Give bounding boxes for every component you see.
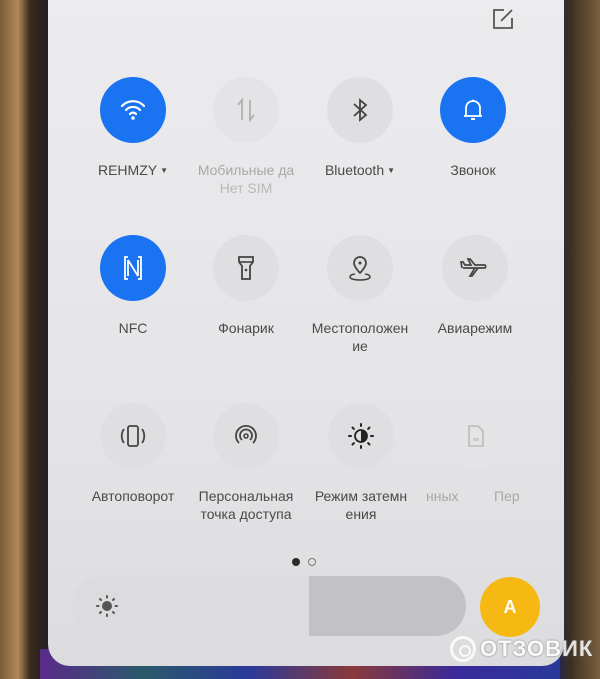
brightness-icon [96, 595, 118, 617]
page-dot[interactable] [308, 558, 316, 566]
page-indicator [292, 558, 316, 566]
tile-label: NFC [118, 320, 148, 336]
tile-hotspot[interactable]: Персональная точка доступа [186, 403, 306, 523]
tile-label: Фонарик [218, 320, 274, 336]
tile-wifi[interactable]: REHMZY ▼ [73, 77, 193, 180]
tile-label-line2: точка доступа [200, 506, 292, 522]
tile-ringer[interactable]: Звонок [413, 77, 533, 179]
page-dot-active[interactable] [292, 558, 300, 566]
mobile-data-toggle[interactable] [213, 77, 279, 143]
airplane-toggle[interactable] [442, 235, 508, 301]
tile-label: Пер [494, 488, 520, 504]
brightness-slider[interactable] [73, 576, 466, 636]
tile-label: Мобильные да [197, 162, 295, 178]
dark-mode-icon [348, 423, 374, 449]
ringer-toggle[interactable] [440, 77, 506, 143]
dark-mode-toggle[interactable] [328, 403, 394, 469]
auto-rotate-toggle[interactable] [100, 403, 166, 469]
bell-icon [464, 99, 482, 120]
tile-label: Местоположен [311, 320, 409, 336]
tile-label: Автоповорот [91, 488, 175, 504]
tile-mobile-data[interactable]: Мобильные да Нет SIM [186, 77, 306, 197]
tile-flashlight[interactable]: Фонарик [186, 235, 306, 337]
tile-label-line2: ения [345, 506, 377, 522]
tile-label: Авиарежим [437, 320, 513, 336]
tile-label[interactable]: REHMZY ▼ [73, 161, 193, 180]
wifi-toggle[interactable] [100, 77, 166, 143]
tile-bluetooth[interactable]: Bluetooth ▼ [300, 77, 420, 180]
tile-dark-mode[interactable]: Режим затемн ения [301, 403, 421, 523]
tile-location[interactable]: Местоположен ие [300, 235, 420, 355]
tile-label: Звонок [450, 162, 496, 178]
auto-rotate-icon [120, 425, 146, 447]
tile-label: Режим затемн [314, 488, 408, 504]
tile-nfc[interactable]: NFC [73, 235, 193, 337]
tile-partial[interactable]: Пер [482, 403, 532, 505]
tile-label-line2: ие [352, 338, 368, 354]
mobile-data-icon [237, 97, 255, 123]
wifi-icon [120, 100, 146, 120]
tile-airplane[interactable]: Авиарежим [415, 235, 535, 337]
nfc-icon [124, 256, 142, 280]
location-toggle[interactable] [327, 235, 393, 301]
dropdown-caret-icon[interactable]: ▼ [160, 166, 168, 175]
dropdown-caret-icon[interactable]: ▼ [387, 166, 395, 175]
nfc-toggle[interactable] [100, 235, 166, 301]
airplane-icon [460, 258, 487, 277]
tile-label[interactable]: Bluetooth ▼ [300, 161, 420, 180]
bluetooth-toggle[interactable] [327, 77, 393, 143]
otzovik-logo-icon [450, 636, 476, 662]
watermark-text: ОТЗОВИК [480, 636, 594, 661]
tile-label: Персональная [198, 488, 294, 504]
tile-auto-rotate[interactable]: Автоповорот [73, 403, 193, 505]
auto-brightness-button[interactable]: A [480, 577, 540, 637]
bluetooth-icon [353, 98, 368, 122]
tile-sublabel: Нет SIM [219, 180, 273, 196]
location-icon [349, 256, 371, 281]
flashlight-icon [238, 256, 254, 280]
hotspot-icon [235, 424, 257, 444]
hotspot-toggle[interactable] [213, 403, 279, 469]
edit-icon[interactable] [492, 8, 514, 30]
flashlight-toggle[interactable] [213, 235, 279, 301]
watermark: ОТЗОВИК [450, 636, 593, 662]
